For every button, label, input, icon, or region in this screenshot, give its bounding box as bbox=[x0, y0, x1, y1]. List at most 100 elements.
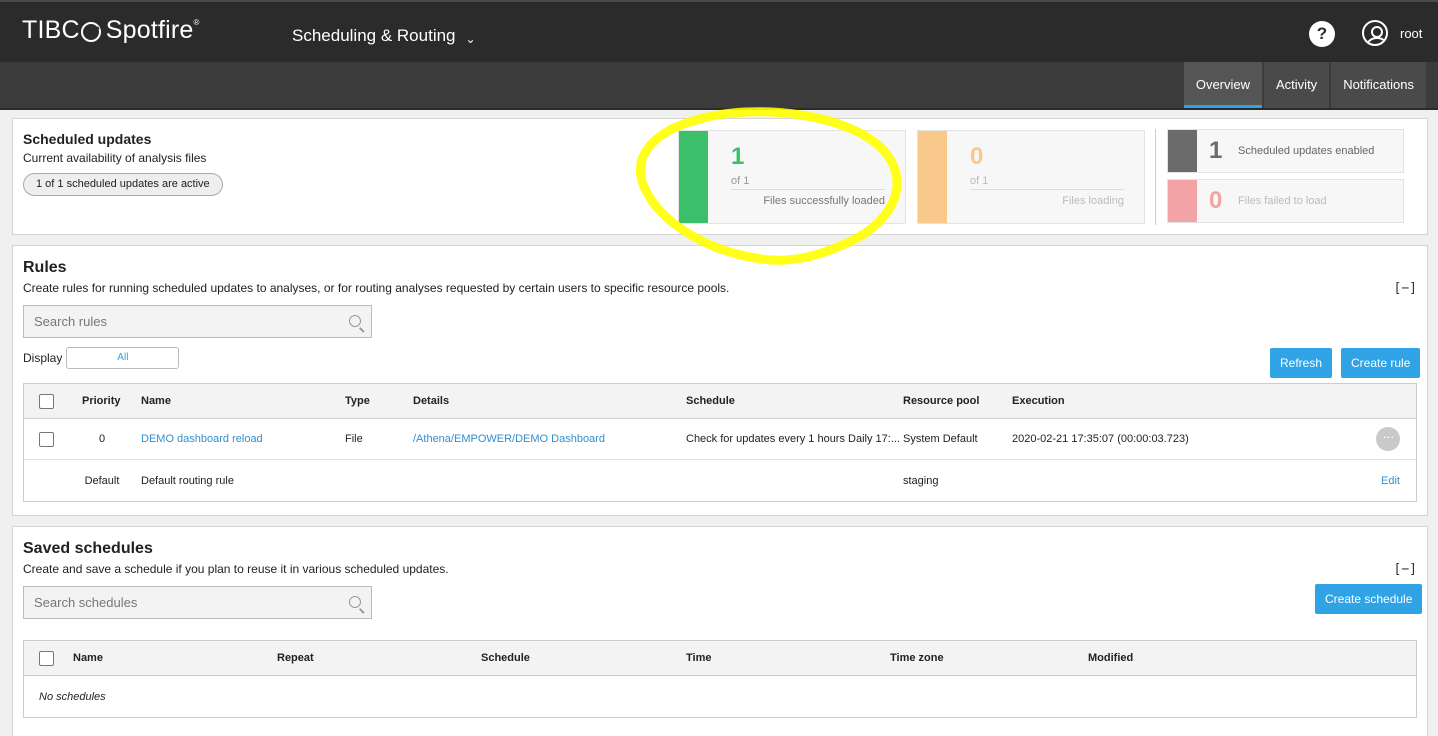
updates-enabled-card[interactable]: 1 Scheduled updates enabled bbox=[1167, 129, 1404, 173]
tab-bar: Overview Activity Notifications bbox=[1182, 62, 1426, 108]
scheduled-updates-header: Scheduled updates Current availability o… bbox=[23, 131, 223, 196]
column-header-schedule[interactable]: Schedule bbox=[686, 384, 735, 418]
app-switcher[interactable]: Scheduling & Routing ⌄ bbox=[292, 26, 476, 46]
chevron-down-icon: ⌄ bbox=[465, 32, 476, 46]
updates-enabled-label: Scheduled updates enabled bbox=[1238, 145, 1375, 157]
empty-row: No schedules bbox=[24, 676, 1416, 717]
column-header-resource-pool[interactable]: Resource pool bbox=[903, 384, 979, 418]
table-row[interactable]: Default Default routing rule staging Edi… bbox=[24, 460, 1416, 501]
files-failed-card[interactable]: 0 Files failed to load bbox=[1167, 179, 1404, 223]
search-icon[interactable] bbox=[349, 315, 361, 327]
rule-priority: Default bbox=[84, 474, 120, 487]
files-failed-label: Files failed to load bbox=[1238, 195, 1327, 207]
saved-schedules-description: Create and save a schedule if you plan t… bbox=[23, 562, 449, 576]
rule-schedule: Check for updates every 1 hours Daily 17… bbox=[686, 433, 900, 445]
column-header-repeat[interactable]: Repeat bbox=[277, 641, 314, 675]
tab-overview[interactable]: Overview bbox=[1183, 62, 1263, 108]
create-schedule-button[interactable]: Create schedule bbox=[1315, 584, 1423, 614]
column-header-name[interactable]: Name bbox=[141, 384, 171, 418]
top-bar: TIBC Spotfire ® Scheduling & Routing ⌄ ? r… bbox=[0, 0, 1438, 62]
status-bar-red bbox=[1168, 180, 1197, 222]
select-all-cell bbox=[39, 384, 54, 418]
files-loading-label: Files loading bbox=[1062, 195, 1124, 207]
user-avatar-icon bbox=[1362, 20, 1388, 46]
files-loading-card[interactable]: 0 of 1 Files loading bbox=[917, 130, 1145, 224]
rules-search-input[interactable] bbox=[24, 306, 371, 337]
files-loaded-of: of 1 bbox=[731, 175, 750, 187]
no-schedules-text: No schedules bbox=[39, 690, 106, 703]
files-failed-count: 0 bbox=[1209, 187, 1223, 214]
divider bbox=[970, 189, 1124, 190]
more-actions-icon[interactable]: ··· bbox=[1376, 427, 1400, 451]
column-header-priority[interactable]: Priority bbox=[82, 384, 121, 418]
column-header-execution[interactable]: Execution bbox=[1012, 384, 1065, 418]
rule-details-link[interactable]: /Athena/EMPOWER/DEMO Dashboard bbox=[413, 419, 605, 459]
rule-type: File bbox=[345, 433, 363, 445]
edit-rule-link[interactable]: Edit bbox=[1381, 460, 1400, 501]
display-filter: Display All bbox=[23, 347, 180, 369]
column-header-name[interactable]: Name bbox=[73, 641, 103, 675]
column-header-details[interactable]: Details bbox=[413, 384, 449, 418]
select-all-checkbox[interactable] bbox=[39, 650, 54, 666]
tab-activity[interactable]: Activity bbox=[1264, 62, 1330, 108]
files-loaded-label: Files successfully loaded bbox=[763, 195, 885, 207]
display-select[interactable]: All bbox=[66, 347, 180, 369]
rule-execution: 2020-02-21 17:35:07 (00:00:03.723) bbox=[1012, 433, 1189, 445]
help-icon[interactable]: ? bbox=[1309, 21, 1335, 47]
rules-collapse-button[interactable]: [−] bbox=[1394, 281, 1417, 296]
rule-resource-pool: System Default bbox=[903, 433, 978, 445]
create-rule-button[interactable]: Create rule bbox=[1341, 348, 1421, 378]
schedules-search-input[interactable] bbox=[24, 587, 371, 618]
select-all-cell bbox=[39, 641, 54, 675]
row-actions-cell: ··· bbox=[1376, 419, 1400, 459]
search-icon[interactable] bbox=[349, 596, 361, 608]
column-header-type[interactable]: Type bbox=[345, 384, 370, 418]
sub-navigation-bar: Overview Activity Notifications bbox=[0, 62, 1438, 110]
status-bar-orange bbox=[918, 131, 947, 223]
scheduled-updates-panel: Scheduled updates Current availability o… bbox=[12, 118, 1428, 235]
scheduled-updates-subtitle: Current availability of analysis files bbox=[23, 151, 207, 165]
table-row[interactable]: 0 DEMO dashboard reload File /Athena/EMP… bbox=[24, 419, 1416, 460]
rule-priority: 0 bbox=[98, 433, 106, 445]
app-title: Scheduling & Routing bbox=[292, 26, 456, 45]
logo-text-part2: Spotfire bbox=[105, 16, 194, 44]
schedules-table-header: Name Repeat Schedule Time Time zone Modi… bbox=[24, 641, 1416, 676]
user-menu[interactable]: root bbox=[1362, 20, 1422, 46]
select-all-checkbox[interactable] bbox=[39, 393, 54, 409]
user-name: root bbox=[1400, 25, 1423, 41]
refresh-button[interactable]: Refresh bbox=[1270, 348, 1333, 378]
row-checkbox[interactable] bbox=[39, 431, 54, 447]
row-select-cell bbox=[39, 419, 54, 459]
column-header-modified[interactable]: Modified bbox=[1088, 641, 1133, 675]
rules-table-header: Priority Name Type Details Schedule Reso… bbox=[24, 384, 1416, 419]
rules-table: Priority Name Type Details Schedule Reso… bbox=[23, 383, 1417, 502]
rule-name: Default routing rule bbox=[141, 474, 234, 487]
schedules-table: Name Repeat Schedule Time Time zone Modi… bbox=[23, 640, 1417, 718]
rules-description: Create rules for running scheduled updat… bbox=[23, 281, 730, 295]
rule-name-link[interactable]: DEMO dashboard reload bbox=[141, 419, 263, 459]
column-header-time-zone[interactable]: Time zone bbox=[890, 641, 944, 675]
saved-schedules-title: Saved schedules bbox=[23, 540, 153, 557]
active-updates-badge[interactable]: 1 of 1 scheduled updates are active bbox=[23, 173, 223, 196]
files-loaded-count: 1 bbox=[731, 143, 745, 170]
column-header-time[interactable]: Time bbox=[686, 641, 711, 675]
display-label: Display bbox=[23, 351, 63, 365]
saved-schedules-collapse-button[interactable]: [−] bbox=[1394, 562, 1417, 577]
scheduled-updates-title: Scheduled updates bbox=[23, 131, 152, 147]
rules-search-box bbox=[23, 305, 372, 338]
files-loading-count: 0 bbox=[970, 143, 984, 170]
schedules-search-box bbox=[23, 586, 372, 619]
logo-text-part1: TIBC bbox=[22, 16, 80, 44]
updates-enabled-count: 1 bbox=[1209, 137, 1223, 164]
logo-ball-icon bbox=[80, 21, 101, 42]
status-bar-gray bbox=[1168, 130, 1197, 172]
saved-schedules-header: Saved schedules Create and save a schedu… bbox=[23, 540, 1417, 576]
column-header-schedule[interactable]: Schedule bbox=[481, 641, 530, 675]
rules-panel: Rules Create rules for running scheduled… bbox=[12, 245, 1428, 516]
rule-resource-pool: staging bbox=[903, 474, 939, 487]
rules-header: Rules Create rules for running scheduled… bbox=[23, 259, 1417, 295]
tab-notifications[interactable]: Notifications bbox=[1331, 62, 1426, 108]
files-loaded-card[interactable]: 1 of 1 Files successfully loaded bbox=[678, 130, 906, 224]
saved-schedules-panel: Saved schedules Create and save a schedu… bbox=[12, 526, 1428, 736]
spotfire-logo[interactable]: TIBC Spotfire ® bbox=[22, 16, 200, 45]
